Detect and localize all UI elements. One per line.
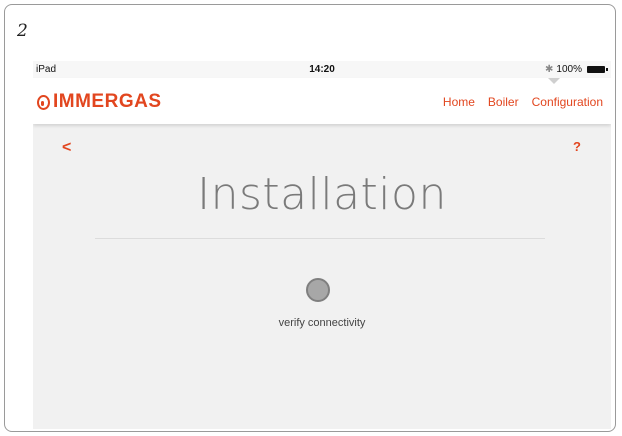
bluetooth-icon: ✱ (545, 64, 554, 75)
status-bar: iPad 14:20 ✱ 100% (33, 61, 611, 78)
status-time: 14:20 (309, 64, 335, 75)
figure-frame: 2 iPad 14:20 ✱ 100% IMMERGAS Home Boiler… (4, 4, 616, 432)
logo-mark-icon (37, 94, 50, 110)
verify-connectivity-label: verify connectivity (278, 317, 366, 329)
top-nav: Home Boiler Configuration (443, 95, 603, 109)
ipad-screen: iPad 14:20 ✱ 100% IMMERGAS Home Boiler C… (33, 61, 611, 429)
page-title: Installation (197, 169, 447, 220)
nav-item-home[interactable]: Home (443, 95, 475, 109)
divider (95, 238, 545, 239)
figure-number: 2 (17, 21, 28, 41)
app-header: IMMERGAS Home Boiler Configuration (33, 78, 611, 124)
verify-connectivity-button[interactable] (306, 278, 330, 302)
nav-item-configuration[interactable]: Configuration (532, 95, 603, 109)
nav-item-boiler[interactable]: Boiler (488, 95, 519, 109)
brand-name: IMMERGAS (53, 91, 162, 112)
battery-percent: 100% (556, 64, 582, 75)
battery-icon (587, 66, 608, 73)
help-button[interactable]: ? (573, 139, 581, 154)
status-right: ✱ 100% (545, 64, 608, 75)
back-button[interactable]: < (62, 139, 71, 157)
active-nav-caret-icon (548, 78, 560, 84)
brand-logo: IMMERGAS (37, 91, 162, 113)
